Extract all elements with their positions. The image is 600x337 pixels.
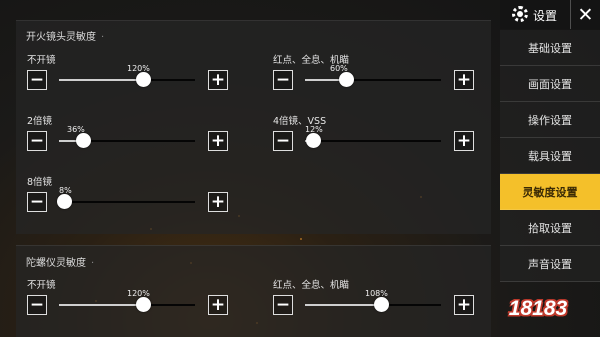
menu-item-graphics[interactable]: 画面设置 — [500, 66, 600, 102]
menu-item-controls[interactable]: 操作设置 — [500, 102, 600, 138]
menu-item-vehicle[interactable]: 载具设置 — [500, 138, 600, 174]
settings-main-area: 开火镜头灵敏度 不开镜 − 120% + 红点、全息、机瞄 − 60% + 2倍… — [0, 0, 500, 337]
decrease-button[interactable]: − — [27, 295, 47, 315]
decrease-button[interactable]: − — [27, 70, 47, 90]
decrease-button[interactable]: − — [27, 131, 47, 151]
increase-button[interactable]: + — [454, 131, 474, 151]
increase-button[interactable]: + — [454, 295, 474, 315]
site-watermark-logo: 18183 — [508, 297, 568, 320]
increase-button[interactable]: + — [208, 192, 228, 212]
slider-row-gyro-red-dot: 红点、全息、机瞄 − 108% + — [262, 277, 487, 319]
increase-button[interactable]: + — [208, 131, 228, 151]
settings-sidebar: 设置 ✕ 基础设置 画面设置 操作设置 载具设置 灵敏度设置 拾取设置 声音设置 — [500, 0, 600, 337]
slider-row-2x-scope: 2倍镜 − 36% + — [16, 113, 241, 155]
slider-track[interactable] — [59, 297, 195, 312]
increase-button[interactable]: + — [208, 70, 228, 90]
gear-icon — [512, 6, 528, 22]
slider-thumb[interactable] — [339, 72, 354, 87]
slider-fill — [59, 304, 143, 306]
increase-button[interactable]: + — [208, 295, 228, 315]
slider-track[interactable] — [59, 133, 195, 148]
decrease-button[interactable]: − — [27, 192, 47, 212]
slider-track[interactable] — [305, 297, 441, 312]
menu-item-pickup[interactable]: 拾取设置 — [500, 210, 600, 246]
slider-value: 120% — [127, 64, 150, 73]
slider-track[interactable] — [59, 72, 195, 87]
slider-row-4x-scope: 4倍镜、VSS − 12% + — [262, 113, 487, 155]
slider-value: 120% — [127, 289, 150, 298]
panel-title: 开火镜头灵敏度 — [26, 28, 104, 43]
slider-fill — [59, 79, 143, 81]
slider-label: 8倍镜 — [27, 177, 53, 188]
decrease-button[interactable]: − — [273, 131, 293, 151]
slider-row-red-dot: 红点、全息、机瞄 − 60% + — [262, 52, 487, 94]
slider-track[interactable] — [57, 194, 195, 209]
slider-row-gyro-no-scope: 不开镜 − 120% + — [16, 277, 241, 319]
slider-track[interactable] — [305, 72, 441, 87]
decrease-button[interactable]: − — [273, 70, 293, 90]
slider-label: 不开镜 — [27, 55, 56, 66]
fire-scope-sensitivity-panel: 开火镜头灵敏度 不开镜 − 120% + 红点、全息、机瞄 − 60% + 2倍… — [16, 20, 491, 234]
slider-value: 108% — [365, 289, 388, 298]
settings-menu: 基础设置 画面设置 操作设置 载具设置 灵敏度设置 拾取设置 声音设置 — [500, 30, 600, 282]
menu-item-basic[interactable]: 基础设置 — [500, 30, 600, 66]
slider-thumb[interactable] — [374, 297, 389, 312]
slider-value: 60% — [330, 64, 348, 73]
slider-thumb[interactable] — [306, 133, 321, 148]
panel-title: 陀螺仪灵敏度 — [26, 254, 94, 269]
sidebar-header: 设置 ✕ — [500, 0, 600, 29]
slider-value: 8% — [59, 186, 72, 195]
menu-item-sensitivity[interactable]: 灵敏度设置 — [500, 174, 600, 210]
slider-thumb[interactable] — [76, 133, 91, 148]
slider-track[interactable] — [305, 133, 441, 148]
slider-label: 2倍镜 — [27, 116, 53, 127]
sidebar-title: 设置 — [533, 9, 558, 23]
slider-row-8x-scope: 8倍镜 − 8% + — [16, 174, 241, 216]
slider-thumb[interactable] — [57, 194, 72, 209]
gyroscope-sensitivity-panel: 陀螺仪灵敏度 不开镜 − 120% + 红点、全息、机瞄 − 108% + — [16, 245, 491, 337]
slider-value: 36% — [67, 125, 85, 134]
slider-fill — [305, 304, 381, 306]
increase-button[interactable]: + — [454, 70, 474, 90]
slider-thumb[interactable] — [136, 297, 151, 312]
slider-label: 不开镜 — [27, 280, 56, 291]
slider-row-no-scope: 不开镜 − 120% + — [16, 52, 241, 94]
menu-item-audio[interactable]: 声音设置 — [500, 246, 600, 282]
slider-label: 红点、全息、机瞄 — [273, 280, 350, 291]
decrease-button[interactable]: − — [273, 295, 293, 315]
slider-thumb[interactable] — [136, 72, 151, 87]
slider-value: 12% — [305, 125, 323, 134]
close-button[interactable]: ✕ — [570, 0, 600, 29]
